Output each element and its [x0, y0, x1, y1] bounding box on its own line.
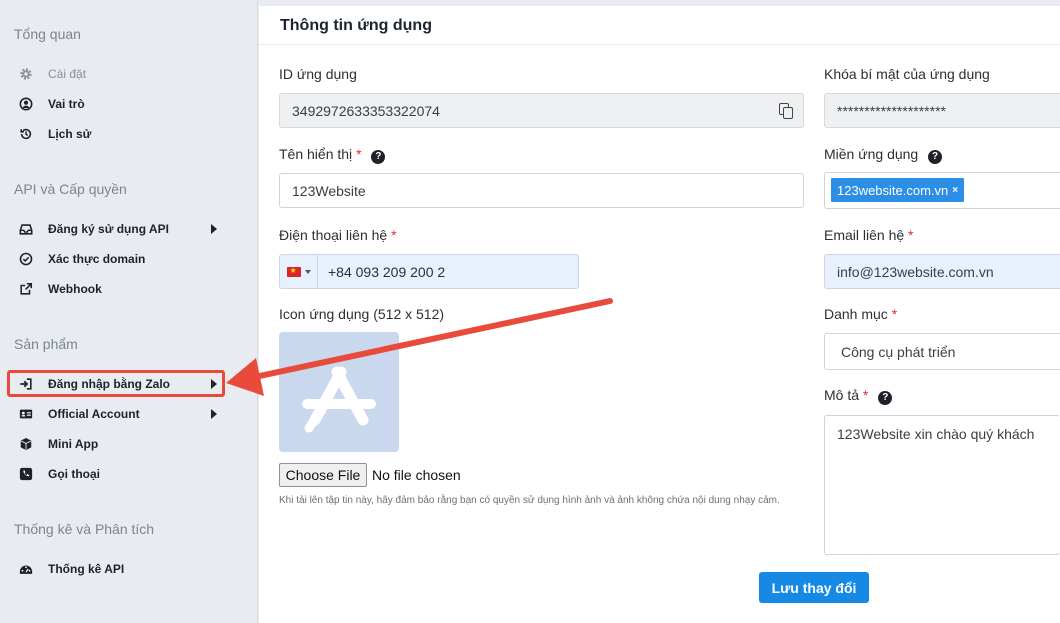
section-title-products: Sản phẩm: [14, 336, 78, 352]
upload-hint: Khi tải lên tập tin này, hãy đảm bảo rằn…: [279, 495, 780, 506]
sidebar-item-api-registration[interactable]: Đăng ký sử dụng API: [18, 217, 223, 241]
app-icon-label: Icon ứng dụng (512 x 512): [279, 306, 444, 322]
category-label: Danh mục *: [824, 306, 897, 322]
inbox-icon: [18, 221, 34, 237]
caret-right-icon: [211, 224, 217, 234]
sidebar-item-domain-verify[interactable]: Xác thực domain: [18, 247, 223, 271]
description-label: Mô tả * ?: [824, 387, 893, 405]
app-store-icon: [302, 366, 376, 433]
domain-label-text: Miền ứng dụng: [824, 146, 919, 162]
sidebar-item-label: Mini App: [48, 437, 99, 451]
help-icon[interactable]: ?: [371, 150, 386, 164]
sidebar-item-webhook[interactable]: Webhook: [18, 277, 223, 301]
phone-icon: [18, 466, 34, 482]
domain-tag: 123website.com.vn ×: [831, 178, 965, 202]
sidebar-item-settings[interactable]: Cài đặt: [18, 62, 223, 86]
domain-tag-text: 123website.com.vn: [837, 182, 949, 198]
sidebar-item-label: Lịch sử: [48, 127, 92, 141]
gear-icon: [18, 66, 34, 82]
category-label-text: Danh mục: [824, 306, 888, 322]
email-label-text: Email liên hệ: [824, 227, 905, 243]
display-name-label-text: Tên hiển thị: [279, 146, 353, 162]
main-panel: Thông tin ứng dụng ID ứng dụng 349297263…: [259, 6, 1060, 623]
user-circle-icon: [18, 96, 34, 112]
email-label: Email liên hệ *: [824, 227, 914, 243]
external-link-icon: [18, 281, 34, 297]
category-select[interactable]: Công cụ phát triển: [824, 333, 1060, 370]
required-mark: *: [391, 227, 397, 243]
sidebar-item-history[interactable]: Lịch sử: [18, 122, 223, 146]
description-label-text: Mô tả: [824, 387, 860, 403]
check-circle-icon: [18, 251, 34, 267]
section-title-api: API và Cấp quyền: [14, 181, 127, 197]
vietnam-flag-icon: [286, 266, 301, 277]
secret-field: ********************: [824, 93, 1060, 128]
sidebar-item-label: Thống kê API: [48, 562, 125, 576]
sidebar-item-roles[interactable]: Vai trò: [18, 92, 223, 116]
domain-label: Miền ứng dụng ?: [824, 146, 943, 164]
annotation-highlight-box: [7, 370, 225, 397]
phone-value: +84 093 209 200 2: [328, 263, 446, 280]
caret-right-icon: [211, 409, 217, 419]
display-name-input[interactable]: 123Website: [279, 173, 804, 208]
app-id-label: ID ứng dụng: [279, 66, 357, 82]
dashboard-icon: [18, 561, 34, 577]
copy-icon[interactable]: [779, 103, 793, 119]
save-button[interactable]: Lưu thay đổi: [759, 572, 869, 603]
sidebar-item-label: Xác thực domain: [48, 252, 146, 266]
sidebar-item-voice-call[interactable]: Gọi thoại: [18, 462, 223, 486]
sidebar-item-label: Gọi thoại: [48, 467, 100, 481]
sidebar-item-official-account[interactable]: Official Account: [18, 402, 223, 426]
category-value: Công cụ phát triển: [841, 343, 956, 360]
app-id-field: 3492972633353322074: [279, 93, 804, 128]
app-icon-preview: [279, 332, 399, 452]
history-icon: [18, 126, 34, 142]
sidebar-item-mini-app[interactable]: Mini App: [18, 432, 223, 456]
app-icon-label-text: Icon ứng dụng (512 x 512): [279, 306, 445, 322]
description-textarea[interactable]: 123Website xin chào quý khách: [824, 415, 1060, 555]
section-title-overview: Tổng quan: [14, 26, 81, 42]
email-input[interactable]: info@123website.com.vn: [824, 254, 1060, 289]
sidebar-item-label: Cài đặt: [48, 67, 87, 81]
file-status-text: No file chosen: [372, 467, 461, 483]
description-value: 123Website xin chào quý khách: [837, 426, 1035, 442]
required-mark: *: [891, 306, 898, 322]
country-selector[interactable]: [280, 255, 318, 288]
display-name-value: 123Website: [292, 182, 366, 199]
id-card-icon: [18, 406, 34, 422]
chevron-down-icon: [304, 269, 311, 274]
sidebar-item-label: Đăng ký sử dụng API: [48, 222, 169, 236]
cube-icon: [18, 436, 34, 452]
secret-value: ********************: [837, 102, 946, 119]
phone-label: Điện thoại liên hệ *: [279, 227, 397, 243]
secret-label: Khóa bí mật của ứng dụng: [824, 66, 990, 82]
display-name-label: Tên hiển thị * ?: [279, 146, 386, 164]
page-title: Thông tin ứng dụng: [280, 17, 432, 34]
required-mark: *: [356, 146, 362, 162]
app-id-label-text: ID ứng dụng: [279, 66, 357, 82]
help-icon[interactable]: ?: [878, 391, 893, 405]
sidebar: Tổng quan Cài đặt Vai trò Lịch sử API và…: [0, 0, 258, 623]
domain-input[interactable]: 123website.com.vn ×: [824, 172, 1060, 209]
required-mark: *: [862, 387, 869, 403]
sidebar-item-api-stats[interactable]: Thống kê API: [18, 557, 223, 581]
section-title-analytics: Thống kê và Phân tích: [14, 521, 155, 537]
sidebar-item-label: Webhook: [48, 282, 102, 296]
secret-label-text: Khóa bí mật của ứng dụng: [824, 66, 990, 82]
sidebar-item-label: Vai trò: [48, 97, 85, 111]
help-icon[interactable]: ?: [928, 150, 943, 164]
email-value: info@123website.com.vn: [837, 263, 994, 280]
app-id-value: 3492972633353322074: [292, 102, 440, 119]
required-mark: *: [908, 227, 914, 243]
divider: [259, 44, 1060, 45]
remove-tag-icon[interactable]: ×: [952, 185, 958, 196]
choose-file-button[interactable]: Choose File: [279, 463, 367, 487]
phone-label-text: Điện thoại liên hệ: [279, 227, 388, 243]
phone-input[interactable]: +84 093 209 200 2: [279, 254, 579, 289]
sidebar-item-label: Official Account: [48, 407, 140, 421]
